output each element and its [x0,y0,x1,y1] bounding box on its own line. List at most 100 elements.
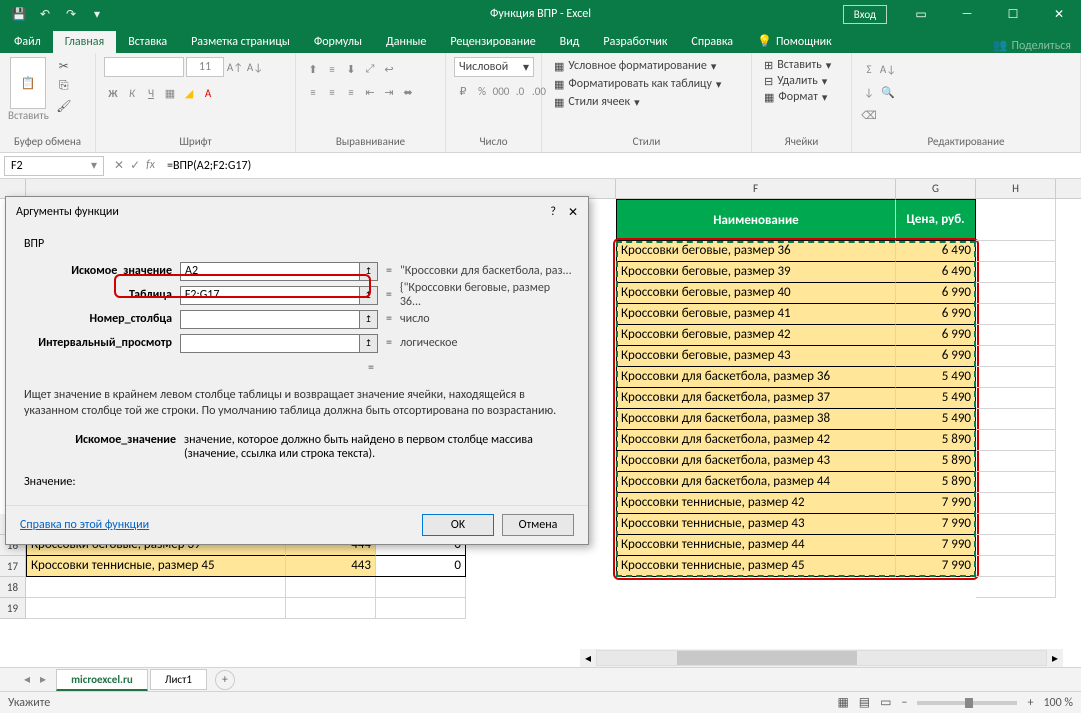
cut-icon[interactable]: ✂ [53,57,75,75]
table-cell[interactable]: Кроссовки беговые, размер 40 [616,283,896,304]
dialog-titlebar[interactable]: Аргументы функции ? ✕ [6,197,588,227]
table-cell[interactable]: 5 490 [896,409,976,430]
paste-button[interactable]: 📋 [10,57,46,109]
tab-file[interactable]: Файл [2,31,53,53]
zoom-thumb[interactable] [965,698,973,708]
empty-cell[interactable] [976,241,1056,262]
copy-icon[interactable]: ⎘ [53,77,75,95]
zoom-in-icon[interactable]: + [1027,696,1033,710]
table-cell[interactable]: 5 490 [896,367,976,388]
scroll-thumb[interactable] [677,651,857,665]
percent-icon[interactable]: % [473,82,491,100]
fx-icon[interactable]: fx [146,158,155,173]
table-cell[interactable]: 7 990 [896,556,976,577]
bold-button[interactable]: Ж [104,84,122,102]
empty-cell[interactable] [976,472,1056,493]
table-cell[interactable]: Кроссовки для баскетбола, размер 44 [616,472,896,493]
row-header[interactable]: 18 [0,577,26,598]
scroll-track[interactable] [596,650,1047,666]
empty-cell[interactable] [286,598,376,619]
empty-cell[interactable] [976,199,1056,241]
number-format-combo[interactable]: Числовой▾ [454,57,534,77]
table-cell[interactable]: Кроссовки беговые, размер 42 [616,325,896,346]
font-name-combo[interactable] [104,57,184,77]
cell-styles-button[interactable]: ▦ Стили ячеек ▾ [550,93,644,111]
align-right-icon[interactable]: ≡ [342,83,360,101]
empty-cell[interactable] [976,577,1056,598]
table-cell[interactable]: Кроссовки беговые, размер 43 [616,346,896,367]
align-bottom-icon[interactable]: ⬇ [342,60,360,78]
col-header[interactable]: F [616,179,896,198]
sheet-tab[interactable]: Лист1 [150,669,207,690]
table-cell[interactable]: 5 890 [896,472,976,493]
share-button[interactable]: 👥Поделиться [983,38,1081,53]
table-cell[interactable]: Кроссовки для баскетбола, размер 37 [616,388,896,409]
name-box[interactable]: F2▾ [4,156,104,176]
sheet-nav-next-icon[interactable]: ▸ [40,672,46,687]
table-cell[interactable]: 6 990 [896,346,976,367]
arg-input-2[interactable] [180,310,360,329]
sheet-tab[interactable]: microexcel.ru [56,669,148,691]
signin-button[interactable]: Вход [843,5,887,24]
empty-cell[interactable] [286,577,376,598]
indent-inc-icon[interactable]: ⇥ [380,83,398,101]
table-cell[interactable]: Кроссовки теннисные, размер 45 [26,556,286,577]
cond-format-button[interactable]: ▦ Условное форматирование ▾ [550,57,720,75]
table-cell[interactable]: Кроссовки беговые, размер 39 [616,262,896,283]
table-cell[interactable]: Кроссовки для баскетбола, размер 38 [616,409,896,430]
close-icon[interactable]: ✕ [568,205,578,220]
increase-font-icon[interactable]: A↑ [226,58,244,76]
view-normal-icon[interactable]: ▦ [837,695,848,710]
insert-cells-button[interactable]: ⊞ Вставить ▾ [760,57,835,73]
italic-button[interactable]: К [123,84,141,102]
empty-cell[interactable] [976,535,1056,556]
delete-cells-button[interactable]: ⊟ Удалить ▾ [760,73,831,89]
table-cell[interactable]: Кроссовки для баскетбола, размер 42 [616,430,896,451]
empty-cell[interactable] [976,493,1056,514]
table-cell[interactable]: Кроссовки для баскетбола, размер 43 [616,451,896,472]
empty-cell[interactable] [976,346,1056,367]
table-cell[interactable]: 6 490 [896,262,976,283]
autosum-icon[interactable]: Σ [860,60,878,78]
currency-icon[interactable]: ₽ [454,82,472,100]
table-cell[interactable]: 5 890 [896,430,976,451]
tab-review[interactable]: Рецензирование [438,31,547,53]
row-header[interactable]: 17 [0,556,26,577]
redo-icon[interactable]: ↷ [60,3,82,25]
empty-cell[interactable] [976,556,1056,577]
empty-cell[interactable] [26,598,286,619]
tab-formulas[interactable]: Формулы [302,31,374,53]
range-selector-icon[interactable]: ↥ [360,310,378,329]
empty-cell[interactable] [976,388,1056,409]
tab-data[interactable]: Данные [374,31,438,53]
add-sheet-icon[interactable]: + [215,670,235,690]
indent-dec-icon[interactable]: ⇤ [361,83,379,101]
empty-cell[interactable] [976,304,1056,325]
table-cell[interactable]: 0 [376,556,466,577]
close-icon[interactable]: ✕ [1037,0,1081,28]
ok-button[interactable]: OK [422,514,494,536]
font-size-combo[interactable] [186,57,224,77]
view-layout-icon[interactable]: ▤ [859,695,870,710]
align-middle-icon[interactable]: ≡ [323,60,341,78]
table-cell[interactable]: Кроссовки теннисные, размер 45 [616,556,896,577]
find-icon[interactable]: 🔍 [879,83,897,101]
range-selector-icon[interactable]: ↥ [360,334,378,353]
table-cell[interactable]: 5 890 [896,451,976,472]
table-cell[interactable]: 7 990 [896,535,976,556]
table-cell[interactable]: Кроссовки теннисные, размер 42 [616,493,896,514]
empty-cell[interactable] [976,409,1056,430]
wrap-icon[interactable]: ↩ [380,60,398,78]
scroll-right-icon[interactable]: ▸ [1047,651,1063,666]
format-cells-button[interactable]: ▦ Формат ▾ [760,89,831,105]
table-cell[interactable]: 443 [286,556,376,577]
zoom-slider[interactable] [917,701,1017,705]
table-cell[interactable]: Кроссовки теннисные, размер 44 [616,535,896,556]
table-cell[interactable]: 6 490 [896,241,976,262]
cancel-formula-icon[interactable]: ✕ [114,158,124,173]
sheet-nav-prev-icon[interactable]: ◂ [24,672,30,687]
enter-formula-icon[interactable]: ✓ [130,158,140,173]
empty-cell[interactable] [26,577,286,598]
view-break-icon[interactable]: ▭ [880,695,891,710]
col-header[interactable]: H [976,179,1056,198]
